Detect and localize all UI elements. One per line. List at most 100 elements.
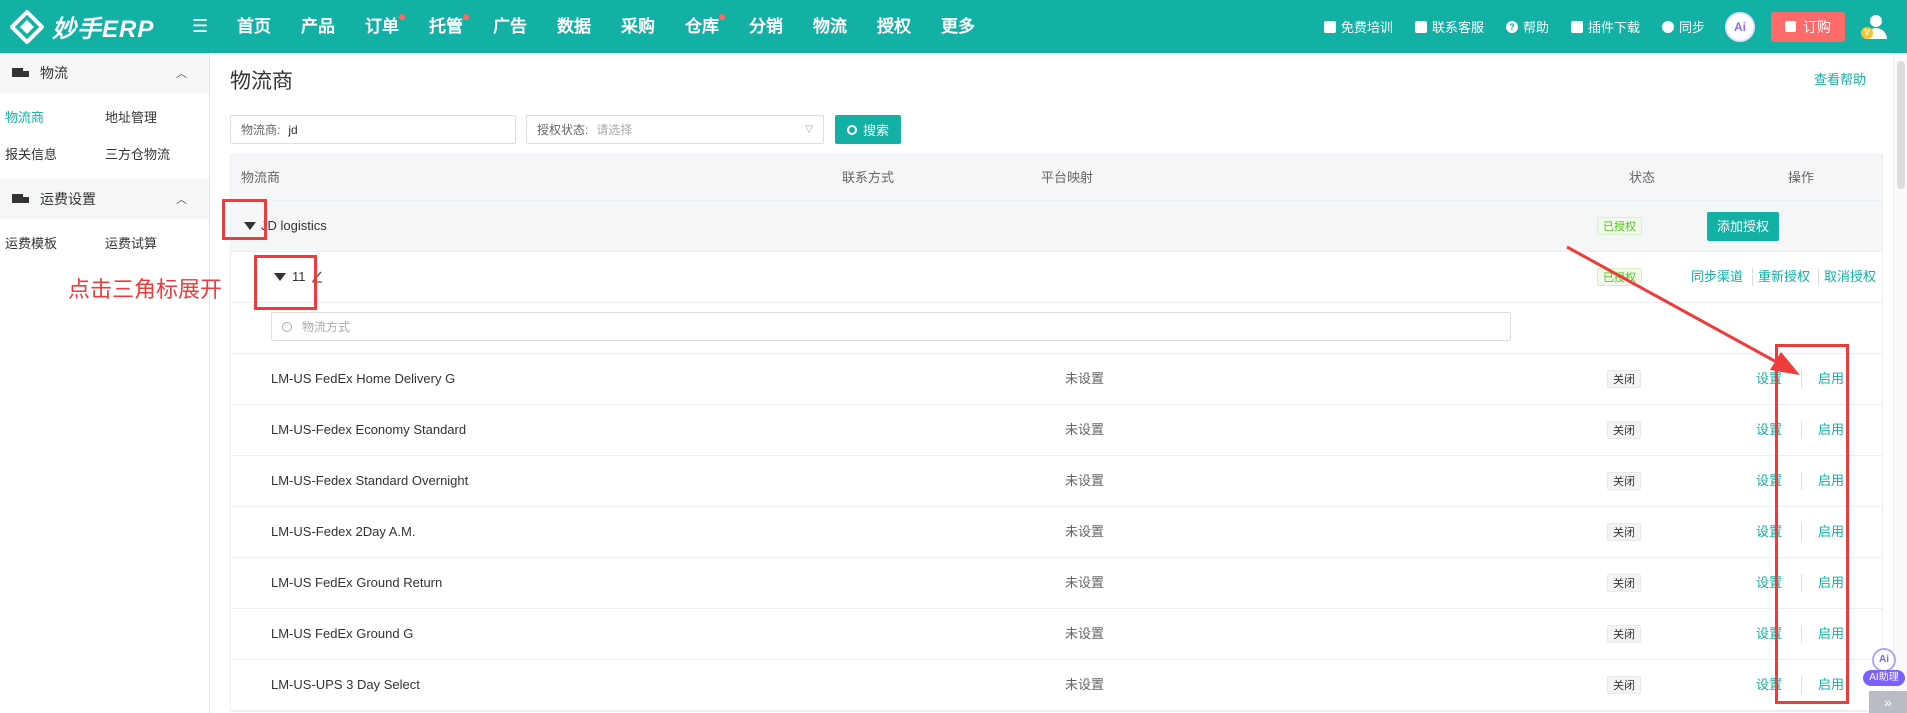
scrollbar-thumb[interactable] — [1897, 61, 1905, 189]
plugin-download-link[interactable]: 插件下载 — [1570, 17, 1640, 36]
platform-mapping: 未设置 — [1065, 524, 1105, 539]
nav-item-1[interactable]: 产品 — [286, 0, 350, 53]
annotation-text: 点击三角标展开 — [68, 277, 223, 302]
page-scrollbar[interactable] — [1893, 53, 1907, 713]
question-icon: ? — [1505, 20, 1518, 33]
message-icon — [1414, 20, 1427, 33]
filter-bar: 物流商: jd 授权状态: 请选择 ▽ 搜索 — [230, 115, 902, 144]
chevron-up-icon: ︿ — [176, 68, 187, 80]
divider — [1752, 268, 1753, 286]
free-training-link[interactable]: 免费培训 — [1323, 17, 1393, 36]
sidebar-item[interactable]: 运费模板 — [0, 225, 100, 262]
ai-assistant-button[interactable]: Ai — [1725, 11, 1755, 42]
shipping-method-search-input[interactable]: 物流方式 — [271, 312, 1511, 341]
sidebar-group-0[interactable]: 物流 ︿ — [0, 53, 209, 93]
ai-helper-button[interactable]: Ai AI助理 — [1863, 648, 1905, 688]
sidebar-item[interactable]: 运费试算 — [100, 225, 208, 262]
table-header: 物流商 联系方式 平台映射 状态 操作 — [231, 155, 1882, 201]
order-button[interactable]: 订购 — [1771, 11, 1845, 42]
sidebar-group-1[interactable]: 运费设置 ︿ — [0, 179, 209, 219]
shipping-method-rows: LM-US FedEx Home Delivery G 未设置 关闭 设置 启用 LM-U… — [231, 354, 1882, 711]
logo[interactable]: 妙手ERP — [10, 9, 180, 44]
search-icon — [282, 321, 292, 332]
annotation-box-enable-column — [1775, 344, 1849, 704]
header-provider: 物流商 — [241, 170, 281, 185]
nav-item-9[interactable]: 物流 — [798, 0, 862, 53]
truck-icon — [12, 193, 30, 205]
sidebar-items: 物流商 地址管理 报关信息 三方仓物流 — [0, 93, 209, 179]
table-row: LM-US-UPS 3 Day Select 未设置 关闭 设置 启用 — [231, 660, 1882, 711]
status-badge: 关闭 — [1607, 472, 1641, 490]
nav-item-0[interactable]: 首页 — [222, 0, 286, 53]
nav-item-3[interactable]: 托管 — [414, 0, 478, 53]
header-actions: 操作 — [1788, 170, 1815, 185]
top-navbar: 妙手ERP ☰ 首页 产品 订单 托管 广告 数据 采购 仓库 分销 物流 授权 更多 免费培训 联系… — [0, 0, 1907, 53]
table-row: LM-US FedEx Ground G 未设置 关闭 设置 启用 — [231, 609, 1882, 660]
shipping-method-name: LM-US FedEx Ground Return — [271, 575, 443, 590]
ai-icon: Ai — [1872, 648, 1896, 672]
auth-status-select[interactable]: 授权状态: 请选择 ▽ — [526, 115, 824, 144]
header-mapping: 平台映射 — [1041, 170, 1094, 185]
top-right-actions: 免费培训 联系客服 ? 帮助 插件下载 同步 Ai 订购 V — [1302, 0, 1907, 53]
help-link[interactable]: ? 帮助 — [1505, 17, 1549, 36]
platform-mapping: 未设置 — [1065, 626, 1105, 641]
search-icon — [847, 124, 857, 135]
sync-link[interactable]: 同步 — [1661, 17, 1705, 36]
table-row-account: 11 已授权 同步渠道 重新授权 取消授权 — [231, 252, 1882, 303]
reauthorize-link[interactable]: 重新授权 — [1758, 252, 1810, 302]
add-authorization-button[interactable]: 添加授权 — [1707, 212, 1780, 241]
status-badge: 关闭 — [1607, 574, 1641, 592]
provider-table: 物流商 联系方式 平台映射 状态 操作 JD logistics 已授权 添加授… — [230, 154, 1883, 712]
avatar-head — [1870, 14, 1882, 27]
shipping-method-name: LM-US FedEx Home Delivery G — [271, 371, 456, 386]
status-badge: 关闭 — [1607, 370, 1641, 388]
shipping-method-name: LM-US FedEx Ground G — [271, 626, 414, 641]
ai-helper-label: AI助理 — [1863, 670, 1905, 686]
nav-item-2[interactable]: 订单 — [350, 0, 414, 53]
header-status: 状态 — [1629, 170, 1656, 185]
annotation-box-triangle-1 — [222, 199, 267, 240]
table-row: LM-US-Fedex Economy Standard 未设置 关闭 设置 启用 — [231, 405, 1882, 456]
sidebar-item[interactable]: 三方仓物流 — [100, 136, 208, 173]
expand-corner-button[interactable]: » — [1869, 691, 1907, 713]
sync-icon — [1661, 20, 1674, 33]
table-row-search: 物流方式 — [231, 303, 1882, 354]
sidebar-item[interactable]: 物流商 — [0, 99, 100, 136]
nav-item-5[interactable]: 数据 — [542, 0, 606, 53]
shipping-method-name: LM-US-Fedex Standard Overnight — [271, 473, 469, 488]
shipping-method-name: LM-US-Fedex Economy Standard — [271, 422, 467, 437]
nav-item-8[interactable]: 分销 — [734, 0, 798, 53]
chevron-up-icon: ︿ — [176, 194, 187, 206]
notification-dot — [399, 14, 405, 20]
search-button[interactable]: 搜索 — [835, 115, 902, 144]
sidebar-item[interactable]: 报关信息 — [0, 136, 100, 173]
status-badge: 关闭 — [1607, 625, 1641, 643]
table-row: LM-US FedEx Ground Return 未设置 关闭 设置 启用 — [231, 558, 1882, 609]
nav-item-6[interactable]: 采购 — [606, 0, 670, 53]
platform-mapping: 未设置 — [1065, 473, 1105, 488]
sidebar: 物流 ︿ 物流商 地址管理 报关信息 三方仓物流 运费设置 ︿ 运费模板 运费试算 — [0, 53, 210, 713]
header-contact: 联系方式 — [842, 170, 895, 185]
nav-item-7[interactable]: 仓库 — [670, 0, 734, 53]
nav-item-4[interactable]: 广告 — [478, 0, 542, 53]
sync-channel-link[interactable]: 同步渠道 — [1691, 252, 1743, 302]
status-badge: 已授权 — [1597, 217, 1642, 235]
notification-dot — [463, 14, 469, 20]
truck-icon — [12, 67, 30, 79]
shipping-method-name: LM-US-Fedex 2Day A.M. — [271, 524, 416, 539]
status-badge: 关闭 — [1607, 676, 1641, 694]
table-row: LM-US-Fedex 2Day A.M. 未设置 关闭 设置 启用 — [231, 507, 1882, 558]
table-row: LM-US FedEx Home Delivery G 未设置 关闭 设置 启用 — [231, 354, 1882, 405]
page-title: 物流商 — [230, 70, 293, 93]
sidebar-item[interactable]: 地址管理 — [100, 99, 208, 136]
contact-support-link[interactable]: 联系客服 — [1414, 17, 1484, 36]
cancel-authorization-link[interactable]: 取消授权 — [1824, 252, 1876, 302]
user-avatar[interactable]: V — [1861, 13, 1889, 41]
nav-item-10[interactable]: 授权 — [862, 0, 926, 53]
nav-item-11[interactable]: 更多 — [926, 0, 990, 53]
platform-mapping: 未设置 — [1065, 677, 1105, 692]
divider — [1818, 268, 1819, 286]
provider-filter-input[interactable]: 物流商: jd — [230, 115, 516, 144]
view-help-link[interactable]: 查看帮助 — [1814, 69, 1866, 88]
menu-toggle-icon[interactable]: ☰ — [192, 16, 214, 37]
